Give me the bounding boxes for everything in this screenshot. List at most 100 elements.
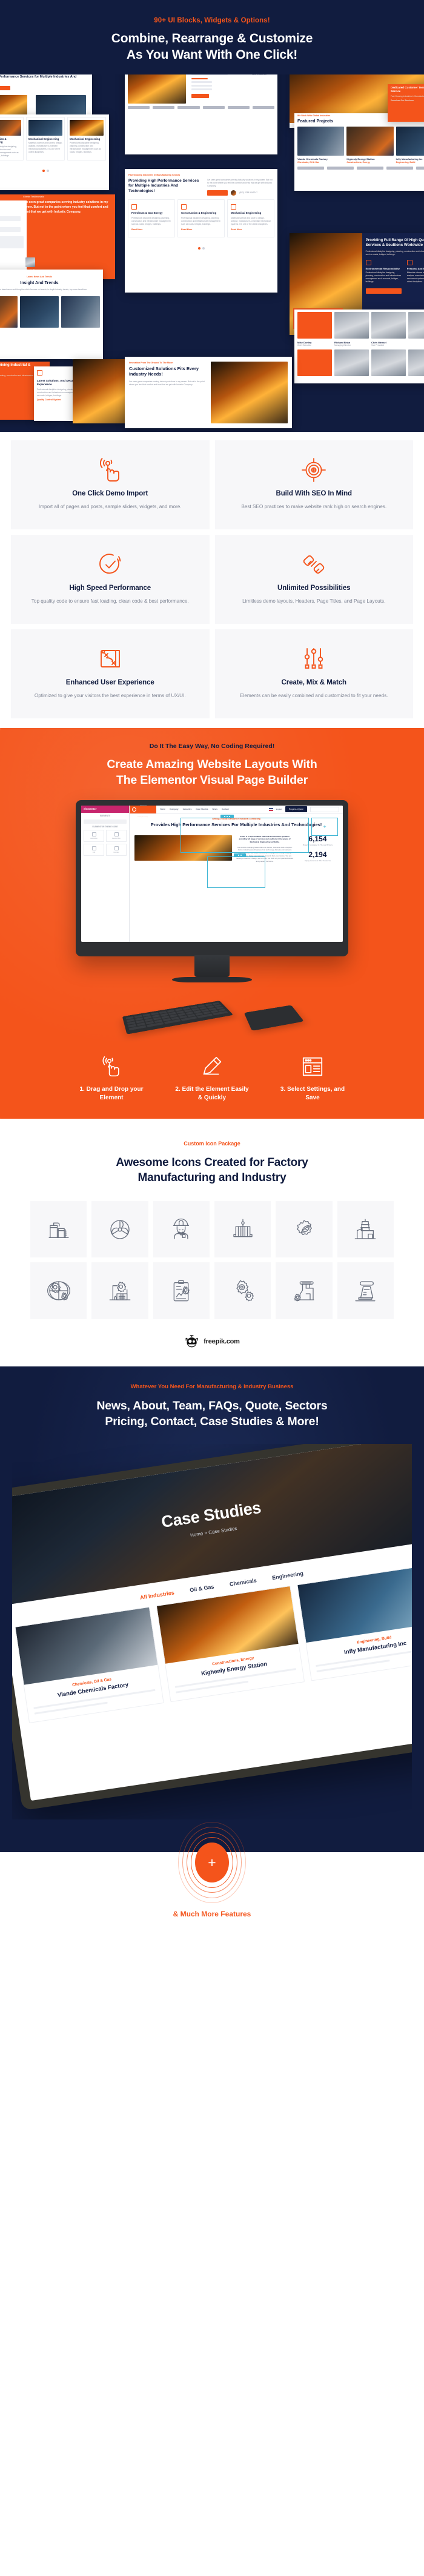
editor-widget-counter[interactable]: Counter — [106, 843, 127, 856]
mockup-split: Latest Solutions, And Decades Of Experie… — [128, 74, 274, 104]
mockup-service-card[interactable]: Construction & Engineering Professional … — [177, 199, 225, 238]
elementor-editor[interactable]: elementor ELEMENTS ELEMENTOR THEME CORE … — [81, 805, 343, 942]
mockup-image — [346, 126, 394, 156]
editor-panel[interactable]: elementor ELEMENTS ELEMENTOR THEME CORE … — [81, 805, 130, 942]
team-role: Chief Executive — [297, 343, 311, 346]
mockup-card[interactable]: Latest Solutions, And Decades Of Experie… — [125, 74, 277, 154]
turbine-fan-icon[interactable] — [91, 1201, 148, 1258]
tablet-screen[interactable]: Case Studies Home > Case Studies All Ind… — [12, 1444, 412, 1801]
mockup-service-card[interactable]: Mechanical Engineering Materials science… — [227, 199, 274, 238]
feature-card-create-mix-match[interactable]: Create, Mix & Match Elements can be easi… — [214, 629, 413, 719]
tab-chemicals[interactable]: Chemicals — [229, 1577, 257, 1588]
site-menu[interactable]: Home Company Industries Case Studies New… — [156, 808, 233, 810]
oil-storage-tanks-icon[interactable] — [30, 1201, 87, 1258]
element-drag-handle[interactable] — [234, 853, 246, 857]
case-study-card[interactable]: Chemicals, Oil & Gas Vlande Chemicals Fa… — [15, 1606, 164, 1723]
site-logo[interactable]: Aximo Industry & Factory — [130, 805, 156, 818]
navbar-actions: English Request A Quote — [269, 806, 343, 813]
menu-item-home[interactable]: Home — [160, 808, 165, 810]
mockup-card[interactable]: Latest News And Trends Insight And Trend… — [0, 269, 103, 359]
factory-building-icon[interactable] — [337, 1201, 394, 1258]
plant-gear-icon[interactable] — [91, 1262, 148, 1319]
mockup-pagination[interactable] — [0, 164, 109, 175]
menu-item-case-studies[interactable]: Case Studies — [196, 808, 208, 810]
worker-helmet-icon[interactable] — [153, 1201, 210, 1258]
mockup-orange-card[interactable]: Dedicated Customer Teams & An Agile Serv… — [388, 84, 424, 122]
pagination-dot[interactable] — [202, 247, 205, 250]
mockup-cta[interactable] — [365, 288, 402, 294]
industrial-pipes-icon[interactable] — [276, 1262, 333, 1319]
element-drag-handle[interactable] — [220, 814, 234, 818]
feature-card-enhanced-user-experience[interactable]: Enhanced User Experience Optimized to gi… — [11, 629, 210, 719]
search-input[interactable] — [310, 806, 339, 812]
eco-gear-leaf-icon[interactable] — [276, 1201, 333, 1258]
menu-item-company[interactable]: Company — [170, 808, 179, 810]
tab-engineering[interactable]: Engineering — [272, 1571, 304, 1581]
mockup-readmore[interactable]: Read More — [231, 228, 271, 231]
pagination-dot[interactable] — [42, 169, 45, 172]
icons-title: Awesome Icons Created for Factory Manufa… — [12, 1155, 412, 1185]
editor-widget-search[interactable] — [84, 819, 127, 824]
mockup-cta[interactable] — [207, 190, 228, 196]
mockup-mini-card[interactable]: Mechanical Engineering Professional disc… — [67, 116, 106, 161]
double-gears-icon[interactable] — [214, 1262, 271, 1319]
mockup-card[interactable]: Innovation From The Ground To The Moon C… — [125, 356, 292, 428]
mockup-cta[interactable] — [191, 94, 209, 99]
feature-card-build-with-seo-in-mind[interactable]: Build With SEO In Mind Best SEO practice… — [214, 440, 413, 529]
feature-card-high-speed-performance[interactable]: High Speed Performance Top quality code … — [11, 534, 210, 624]
mockup-mini-card[interactable]: Construction & Engineering Professional … — [0, 116, 24, 161]
mockup-team[interactable]: Mike Donley Chief Executive Richard Brian… — [294, 309, 424, 383]
mockup-cta[interactable] — [0, 86, 10, 91]
mockup-service-card[interactable]: Petroleum & Gas Energy Professional disc… — [128, 199, 175, 238]
feature-desc: Top quality code to ensure fast loading,… — [31, 598, 189, 604]
breadcrumb[interactable]: Home > Case Studies — [190, 1526, 238, 1538]
mockup-cta[interactable]: Download Our Brochure — [391, 99, 424, 102]
case-study-card[interactable]: Engineering, Build Infly Manufacturing I… — [297, 1564, 412, 1681]
editor-widget-accordion[interactable]: Accordion — [84, 829, 104, 842]
freepik-credit[interactable]: freepik.com — [12, 1335, 412, 1348]
menu-item-industries[interactable]: Industries — [183, 808, 192, 810]
plus-button[interactable]: + — [195, 1843, 229, 1883]
mockup-readmore[interactable]: Read More — [181, 228, 221, 231]
mockup-project-tag: Engineering, Build — [396, 161, 416, 164]
cooling-tower-icon[interactable] — [337, 1262, 394, 1319]
pagination-dot[interactable] — [46, 169, 49, 172]
mockup-kicker: Fast Growing Industries In Manufacturing… — [128, 173, 181, 176]
elementor-title: Create Amazing Website Layouts With The … — [12, 757, 412, 788]
crane-container-icon[interactable] — [214, 1201, 271, 1258]
menu-item-news[interactable]: News — [212, 808, 217, 810]
tab-all-industries[interactable]: All Industries — [139, 1589, 174, 1600]
element-selection-outline[interactable] — [181, 817, 309, 853]
editor-canvas[interactable]: Aximo Industry & Factory Home Company In… — [130, 805, 343, 942]
mockup-card[interactable]: Fast Growing Industries In Manufacturing… — [125, 168, 277, 293]
global-gears-icon[interactable] — [30, 1262, 87, 1319]
widget-label: Counter — [113, 851, 119, 853]
menu-item-contact[interactable]: Contact — [222, 808, 229, 810]
language-selector[interactable]: English — [276, 808, 282, 810]
feature-card-one-click-demo-import[interactable]: One Click Demo Import Import all of page… — [11, 440, 210, 529]
pagination-dot[interactable] — [197, 247, 200, 250]
feature-title: One Click Demo Import — [72, 489, 148, 497]
mockup-card[interactable]: Construction & Engineering Professional … — [0, 114, 109, 190]
editor-widget-banner-box[interactable]: Banner Box — [106, 829, 127, 842]
mockup-mini-card[interactable]: Mechanical Engineering Materials science… — [26, 116, 65, 161]
clipboard-gear-report-icon[interactable] — [153, 1262, 210, 1319]
mockup-image — [0, 119, 21, 136]
feature-desc: Optimized to give your visitors the best… — [34, 693, 186, 699]
mockup-pagination[interactable] — [125, 242, 277, 253]
feature-desc: Elements can be easily combined and cust… — [240, 693, 388, 699]
add-element-placeholder[interactable]: + — [311, 817, 338, 836]
editor-widget-info[interactable]: Info — [84, 843, 104, 856]
mockup-card[interactable]: We Work With Global Industries Featured … — [294, 113, 424, 191]
tab-oil-gas[interactable]: Oil & Gas — [190, 1584, 215, 1594]
cta-label: & Much More Features — [173, 1910, 251, 1919]
request-quote-button[interactable]: Request A Quote — [285, 806, 307, 813]
element-selection-outline[interactable] — [207, 856, 265, 888]
feature-card-unlimited-possibilities[interactable]: Unlimited Possibilities Limitless demo l… — [214, 534, 413, 624]
mockup-testimonial[interactable]: Clients Testimonials I've seen great com… — [0, 194, 115, 279]
mockup-form-card[interactable]: Clients Testimonials — [0, 200, 27, 276]
case-study-card[interactable]: Constructions, Energy Kighenly Energy St… — [156, 1585, 305, 1703]
mockup-readmore[interactable]: Read More — [131, 228, 171, 231]
mockup-form-note: Clients Testimonials — [0, 209, 24, 212]
mockup-service-desc: Professional discipline designing, plann… — [181, 217, 220, 226]
